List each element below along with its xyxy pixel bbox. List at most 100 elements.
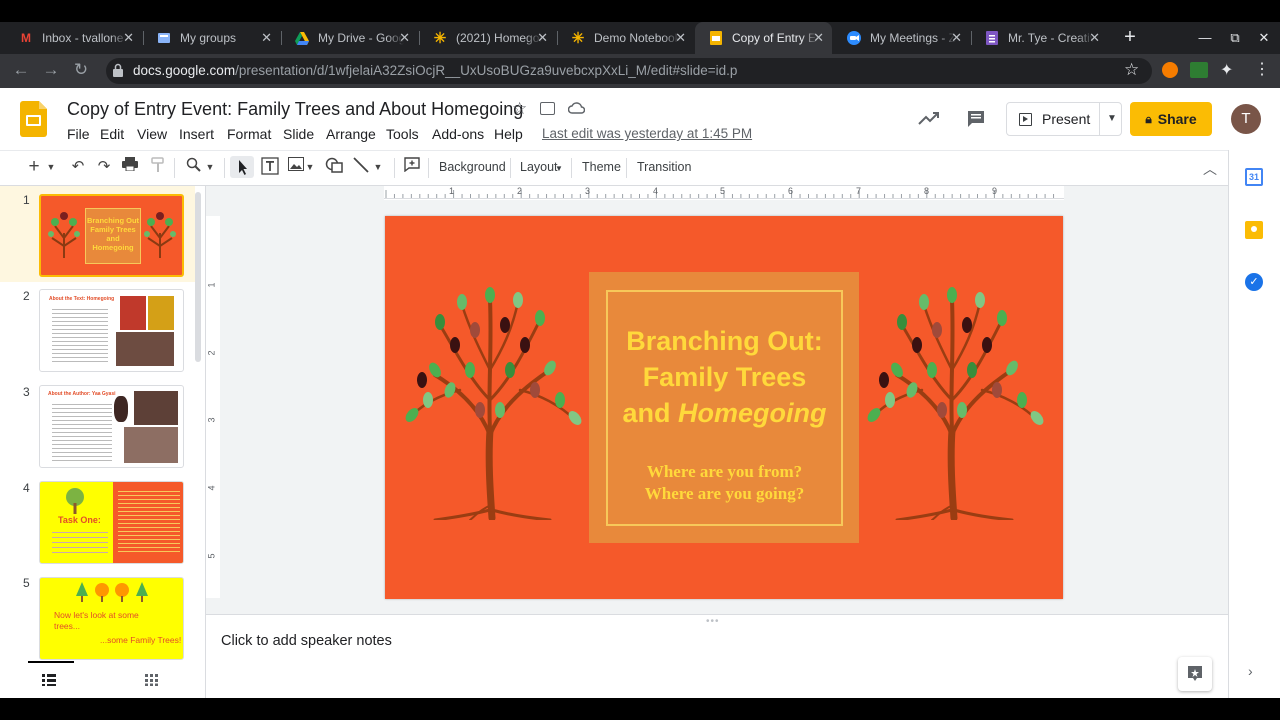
present-button[interactable]: Present ▼ [1006, 102, 1122, 136]
menu-format[interactable]: Format [227, 126, 271, 142]
tab-homegoing[interactable]: ✳ (2021) Homegoing ✕ [419, 22, 556, 54]
tab-inbox[interactable]: M Inbox - tvallone ✕ [5, 22, 142, 54]
new-tab-button[interactable]: + [1120, 22, 1140, 54]
close-icon[interactable]: ✕ [1089, 30, 1100, 46]
shape-icon[interactable] [324, 157, 344, 177]
lock-icon[interactable] [113, 63, 123, 77]
url-field[interactable]: docs.google.com/presentation/d/1wfjelaiA… [106, 58, 1152, 84]
tasks-icon[interactable]: ✓ [1245, 273, 1263, 291]
vertical-ruler[interactable]: 1 2 3 4 5 [206, 216, 220, 598]
screen-bottom-bar [0, 698, 1280, 720]
slide-thumbnail-4[interactable]: Task One: [39, 481, 184, 564]
keep-icon[interactable] [1245, 221, 1263, 239]
chevron-down-icon[interactable]: ▼ [204, 157, 216, 177]
asterisk-icon: ✳ [571, 30, 585, 47]
menu-insert[interactable]: Insert [179, 126, 214, 142]
theme-button[interactable]: Theme [582, 160, 621, 174]
close-icon[interactable]: ✕ [813, 30, 824, 46]
zoom-icon[interactable] [183, 157, 203, 177]
close-icon[interactable]: ✕ [123, 30, 134, 46]
menu-tools[interactable]: Tools [386, 126, 419, 142]
chevron-down-icon[interactable]: ▼ [1107, 113, 1117, 124]
share-button[interactable]: 🔒︎ Share [1130, 102, 1212, 136]
slide-subtitle[interactable]: Where are you from? Where are you going? [606, 461, 843, 505]
move-folder-icon[interactable] [540, 102, 555, 115]
chevron-down-icon[interactable]: ▼ [45, 157, 57, 177]
explore-button[interactable] [1178, 657, 1212, 691]
print-icon[interactable] [120, 157, 140, 177]
filmstrip-scrollbar[interactable] [195, 192, 201, 362]
transition-button[interactable]: Transition [637, 160, 691, 174]
browser-menu-icon[interactable]: ⋮ [1254, 59, 1270, 79]
thumb-photo [134, 391, 178, 425]
notes-resize-handle[interactable]: ••• [706, 616, 720, 627]
image-icon[interactable] [286, 157, 306, 177]
browser-tab-strip: M Inbox - tvallone ✕ My groups ✕ My Driv… [0, 22, 1280, 54]
line-icon[interactable] [351, 157, 371, 177]
close-icon[interactable]: ✕ [675, 30, 686, 46]
menu-arrange[interactable]: Arrange [326, 126, 376, 142]
close-icon[interactable]: ✕ [537, 30, 548, 46]
slide-title[interactable]: Branching Out: Family Trees and Homegoin… [606, 323, 843, 431]
slide-thumbnail-3[interactable]: About the Author: Yaa Gyasi [39, 385, 184, 468]
star-icon[interactable]: ☆ [512, 99, 527, 119]
comments-icon[interactable] [966, 110, 986, 128]
menu-file[interactable]: File [67, 126, 90, 142]
tab-my-groups[interactable]: My groups ✕ [143, 22, 280, 54]
close-icon[interactable]: ✕ [951, 30, 962, 46]
menu-slide[interactable]: Slide [283, 126, 314, 142]
back-icon[interactable]: ← [8, 56, 34, 84]
close-icon[interactable]: ✕ [399, 30, 410, 46]
forward-icon[interactable]: → [38, 56, 64, 84]
reload-icon[interactable]: ↻ [68, 56, 94, 84]
minimize-icon[interactable]: — [1191, 22, 1219, 54]
select-tool-button[interactable] [230, 156, 254, 178]
layout-button[interactable]: Layout [520, 160, 558, 174]
slide-thumbnail-1[interactable]: Branching Out Family Trees and Homegoing [39, 194, 184, 277]
slides-logo-icon[interactable] [20, 101, 47, 137]
menu-edit[interactable]: Edit [100, 126, 124, 142]
filmstrip-view-icon[interactable] [42, 673, 56, 686]
collapse-toolbar-icon[interactable]: ︿ [1203, 159, 1217, 179]
calendar-icon[interactable]: 31 [1245, 168, 1263, 186]
groups-icon [157, 31, 171, 45]
tab-my-meetings[interactable]: My Meetings - Zoom ✕ [833, 22, 970, 54]
close-window-icon[interactable]: ✕ [1250, 22, 1278, 54]
slide-thumbnail-2[interactable]: About the Text: Homegoing [39, 289, 184, 372]
last-edit-link[interactable]: Last edit was yesterday at 1:45 PM [542, 126, 752, 141]
expand-panel-icon[interactable]: › [1248, 663, 1253, 679]
toolbar-separator [510, 158, 511, 178]
background-button[interactable]: Background [439, 160, 506, 174]
document-title[interactable]: Copy of Entry Event: Family Trees and Ab… [67, 99, 523, 120]
slide-thumbnail-5[interactable]: Now let's look at some trees... ...some … [39, 577, 184, 660]
toolbar-separator [224, 158, 225, 178]
speaker-notes-placeholder[interactable]: Click to add speaker notes [221, 633, 392, 649]
chevron-down-icon[interactable]: ▼ [555, 164, 563, 173]
grid-view-icon[interactable] [145, 673, 159, 686]
menu-view[interactable]: View [137, 126, 167, 142]
chevron-down-icon[interactable]: ▼ [304, 157, 316, 177]
menu-help[interactable]: Help [494, 126, 523, 142]
undo-icon[interactable]: ↶ [68, 157, 88, 177]
tab-demo-notebook[interactable]: ✳ Demo Notebook ✕ [557, 22, 694, 54]
bookmark-star-icon[interactable]: ☆ [1124, 60, 1139, 80]
avatar[interactable]: T [1231, 104, 1261, 134]
extension-orange-icon[interactable] [1162, 62, 1178, 78]
text-box-icon[interactable] [260, 157, 280, 177]
activity-trend-icon[interactable] [918, 110, 940, 126]
redo-icon[interactable]: ↷ [94, 157, 114, 177]
menu-add-ons[interactable]: Add-ons [432, 126, 484, 142]
comment-add-icon[interactable] [402, 157, 422, 177]
extension-new-icon[interactable] [1190, 62, 1208, 78]
tab-mr-tye[interactable]: Mr. Tye - Creative ✕ [971, 22, 1108, 54]
new-slide-plus-icon[interactable]: + [24, 157, 44, 177]
tab-copy-of-entry-event[interactable]: Copy of Entry Event ✕ [695, 22, 832, 54]
horizontal-ruler[interactable]: 1 2 3 4 5 6 7 8 9 [384, 186, 1064, 200]
extensions-puzzle-icon[interactable]: ✦ [1220, 60, 1233, 80]
close-icon[interactable]: ✕ [261, 30, 272, 46]
paint-format-icon[interactable] [148, 157, 168, 177]
cloud-status-icon[interactable] [567, 101, 586, 115]
restore-icon[interactable]: ⧉ [1221, 22, 1249, 54]
chevron-down-icon[interactable]: ▼ [372, 157, 384, 177]
tab-my-drive[interactable]: My Drive - Google ✕ [281, 22, 418, 54]
